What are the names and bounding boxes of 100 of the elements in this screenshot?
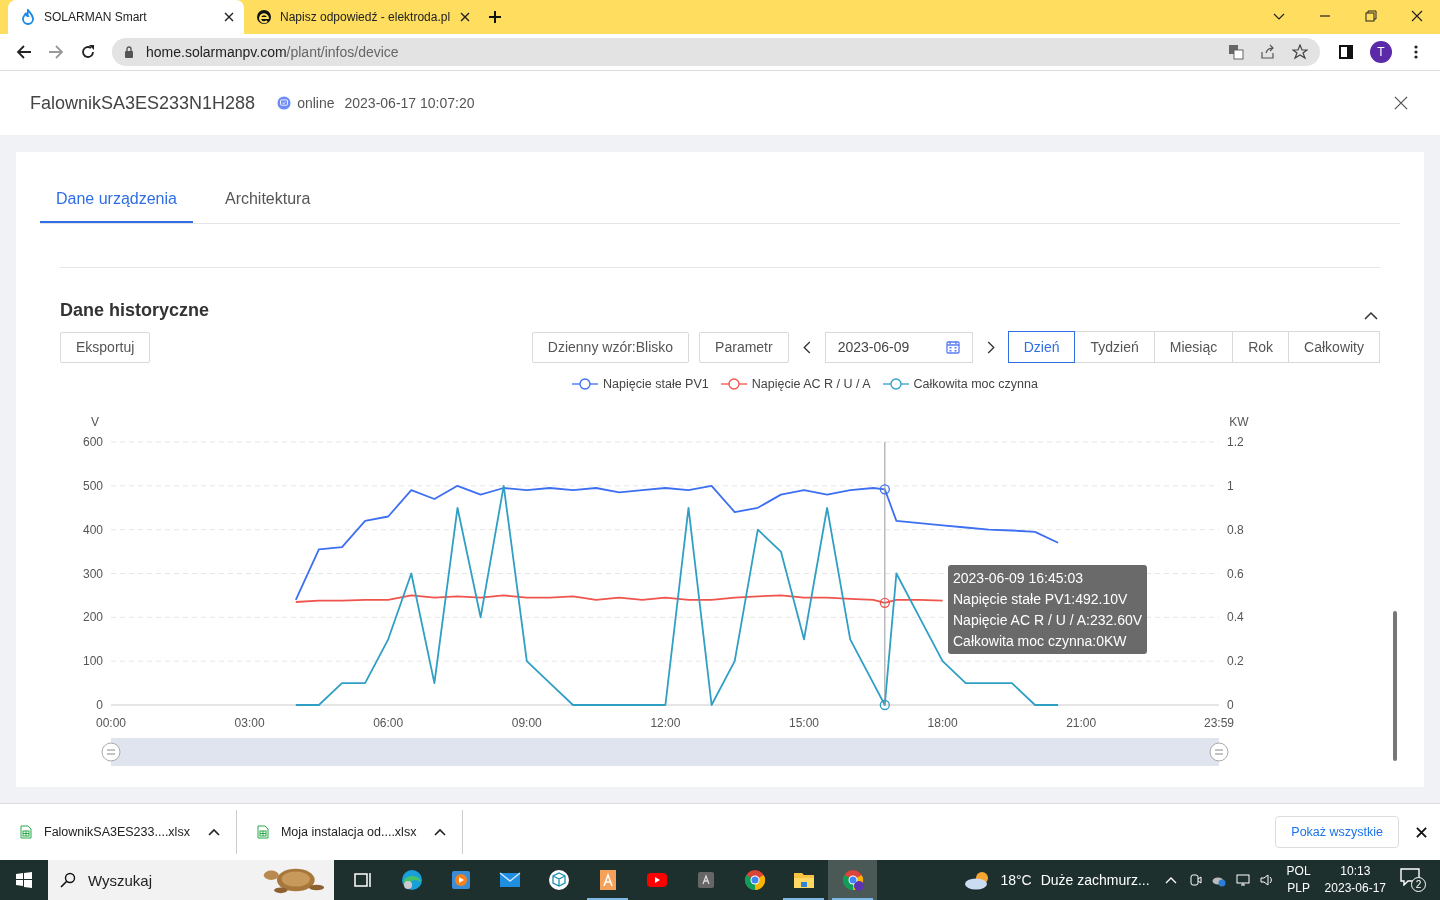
- close-icon[interactable]: [1411, 10, 1423, 22]
- axis-label: 0: [96, 698, 103, 712]
- export-button[interactable]: Eksportuj: [60, 331, 151, 363]
- close-icon[interactable]: [1394, 96, 1408, 110]
- tab[interactable]: Architektura: [208, 180, 327, 223]
- clock[interactable]: 10:13 2023-06-17: [1324, 863, 1386, 897]
- timestamp: 2023-06-17 10:07:20: [344, 95, 475, 111]
- browser-tab[interactable]: Napisz odpowiedź - elektroda.pl: [244, 0, 480, 34]
- reload-icon[interactable]: [80, 44, 96, 60]
- axis-label: 0.2: [1227, 654, 1244, 669]
- letter-e-icon: [256, 9, 272, 25]
- scrollbar[interactable]: [1393, 611, 1397, 761]
- axis-label: 300: [82, 566, 103, 581]
- tooltip-line: Całkowita moc czynna:0KW: [953, 632, 1128, 650]
- legend-label[interactable]: Napięcie stałe PV1: [603, 377, 709, 391]
- chevron-right-icon[interactable]: [986, 340, 995, 354]
- network-icon[interactable]: [1235, 873, 1250, 887]
- range-tab[interactable]: Dzień: [1007, 331, 1076, 363]
- browser-tab[interactable]: SOLARMAN Smart: [8, 0, 244, 34]
- chrome-icon: [742, 868, 767, 892]
- parameter-button[interactable]: Parametr: [699, 331, 789, 363]
- notification-count: 2: [1411, 877, 1426, 892]
- pattern-button[interactable]: Dzienny wzór:Blisko: [531, 331, 690, 363]
- legend-label[interactable]: Napięcie AC R / U / A: [751, 377, 871, 391]
- calendar-icon: [945, 340, 960, 354]
- axis-label: 00:00: [96, 716, 126, 730]
- range-tab[interactable]: Całkowity: [1288, 331, 1380, 363]
- close-icon[interactable]: [224, 12, 234, 22]
- new-tab-icon[interactable]: [488, 10, 502, 24]
- close-icon[interactable]: [460, 12, 470, 22]
- chrome-icon: [840, 868, 865, 892]
- taskbar-search-field[interactable]: Wyszukaj: [48, 860, 334, 900]
- cube-icon: [546, 868, 571, 892]
- tooltip-title: 2023-06-09 16:45:03: [953, 569, 1084, 587]
- lock-icon: [124, 46, 134, 58]
- axis-label: 1: [1227, 478, 1234, 493]
- notification-button[interactable]: 2: [1400, 868, 1426, 892]
- profile-avatar[interactable]: T: [1370, 41, 1392, 63]
- axis-label: 1.2: [1227, 435, 1244, 449]
- volume-icon[interactable]: [1259, 873, 1274, 887]
- search-icon: [60, 872, 76, 888]
- axis-label: 400: [82, 522, 103, 537]
- status-text: online: [297, 95, 335, 111]
- download-file-name[interactable]: FalownikSA3ES233....xlsx: [44, 825, 190, 839]
- legend-label[interactable]: Całkowita moc czynna: [913, 377, 1038, 391]
- axis-label: 23:59: [1204, 716, 1234, 730]
- download-file-name[interactable]: Moja instalacja od....xlsx: [280, 825, 417, 839]
- axis-label: 500: [82, 478, 103, 493]
- show-all-button[interactable]: Pokaż wszystkie: [1275, 816, 1399, 848]
- temperature[interactable]: 18°C: [1000, 872, 1032, 888]
- spreadsheet-file-icon: [20, 825, 32, 839]
- chevron-up-icon[interactable]: [434, 828, 447, 836]
- zoom-range-slider[interactable]: [111, 738, 1219, 766]
- chevron-up-icon[interactable]: [207, 828, 220, 836]
- close-icon[interactable]: [1416, 826, 1427, 838]
- share-icon[interactable]: [1260, 44, 1276, 60]
- weather-text[interactable]: Duże zachmurz...: [1040, 872, 1150, 888]
- language-indicator[interactable]: POL PLP: [1286, 863, 1311, 897]
- axis-label: 100: [82, 654, 103, 669]
- speech-bubble-icon: [1400, 868, 1420, 886]
- axis-label: 0.6: [1227, 566, 1244, 581]
- flame-icon: [20, 9, 36, 25]
- axis-label: 15:00: [789, 716, 819, 730]
- spreadsheet-file-icon: [256, 825, 269, 839]
- axis-title: V: [91, 415, 99, 429]
- forward-icon[interactable]: [48, 44, 64, 60]
- axis-label: 18:00: [927, 716, 958, 730]
- back-icon[interactable]: [16, 44, 32, 60]
- tooltip-line: Napięcie stałe PV1:492.10V: [953, 590, 1129, 608]
- camera-icon[interactable]: [1187, 873, 1202, 887]
- axis-label: 600: [82, 435, 103, 449]
- axis-label: 06:00: [373, 716, 404, 730]
- tab[interactable]: Dane urządzenia: [40, 180, 193, 223]
- restore-icon[interactable]: [1365, 10, 1377, 22]
- slider-handle[interactable]: [1209, 742, 1229, 762]
- tooltip-line: Napięcie AC R / U / A:232.60V: [953, 611, 1143, 629]
- axis-label: 12:00: [650, 716, 681, 730]
- axis-label: 200: [82, 610, 103, 625]
- translate-icon[interactable]: [1228, 44, 1244, 60]
- axis-title: KW: [1229, 415, 1249, 429]
- slider-handle[interactable]: [101, 742, 121, 762]
- star-icon[interactable]: [1292, 44, 1308, 60]
- axis-label: 21:00: [1066, 716, 1097, 730]
- url-text: home.solarmanpv.com/plant/infos/device: [146, 44, 399, 60]
- side-panel-icon[interactable]: [1338, 44, 1354, 60]
- chevron-up-icon[interactable]: [1364, 310, 1378, 321]
- range-tab[interactable]: Miesiąc: [1153, 331, 1234, 363]
- range-tab[interactable]: Tydzień: [1074, 331, 1155, 363]
- date-field[interactable]: 2023-06-09: [824, 331, 973, 363]
- address-bar[interactable]: home.solarmanpv.com/plant/infos/device: [112, 38, 1320, 66]
- windows-start-icon[interactable]: [16, 872, 32, 888]
- device-name: FalownikSA3ES233N1H288: [30, 92, 256, 114]
- section-title: Dane historyczne: [60, 300, 210, 321]
- axis-label: 03:00: [234, 716, 265, 730]
- chevron-left-icon[interactable]: [802, 340, 811, 354]
- axis-label: 0: [1227, 698, 1234, 712]
- axis-label: 0.4: [1227, 610, 1244, 625]
- range-tab[interactable]: Rok: [1232, 331, 1290, 363]
- axis-label: 09:00: [511, 716, 542, 730]
- axis-label: 0.8: [1227, 522, 1244, 537]
